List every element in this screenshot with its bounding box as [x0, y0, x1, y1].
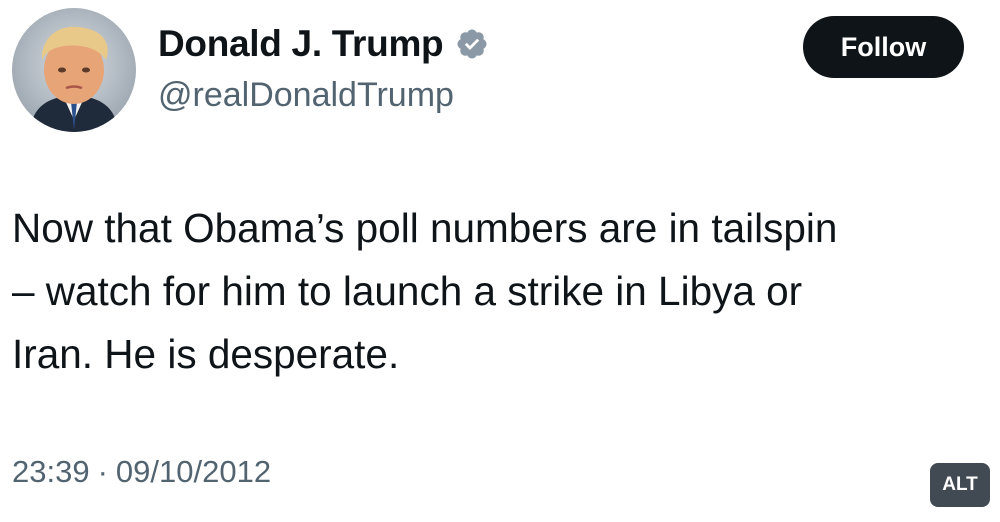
meta-separator: · [97, 454, 108, 489]
author-handle[interactable]: @realDonaldTrump [158, 76, 454, 115]
avatar-image [12, 8, 136, 132]
verified-badge-icon [457, 29, 487, 59]
tweet-time[interactable]: 23:39 [12, 454, 90, 490]
author-name-row: Donald J. Trump [158, 18, 489, 70]
tweet-date[interactable]: 09/10/2012 [116, 454, 271, 490]
display-name[interactable]: Donald J. Trump [158, 23, 444, 65]
follow-button[interactable]: Follow [803, 16, 964, 78]
tweet-text: Now that Obama’s poll numbers are in tai… [12, 197, 987, 386]
tweet-meta: 23:39 · 09/10/2012 [12, 454, 271, 490]
tweet-card: Donald J. Trump @realDonaldTrump Follow … [0, 0, 1000, 522]
tweet-text-line: Iran. He is desperate. [12, 331, 400, 377]
tweet-text-line: Now that Obama’s poll numbers are in tai… [12, 205, 838, 251]
tweet-text-line: – watch for him to launch a strike in Li… [12, 268, 803, 314]
avatar[interactable] [12, 8, 136, 132]
alt-text-badge[interactable]: ALT [930, 463, 990, 507]
